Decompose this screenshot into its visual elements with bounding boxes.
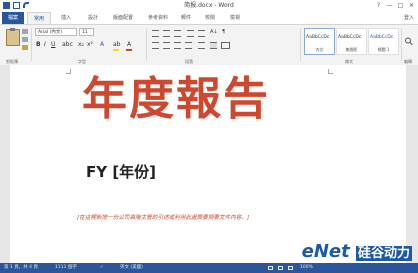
watermark-cn-text: 硅谷动力 (355, 246, 412, 261)
font-color-bar (126, 49, 132, 51)
ribbon: 剪貼簿 Arial (內文) 11 B I U abc x₂ x² A ab A… (0, 24, 418, 66)
italic-button[interactable]: I (44, 41, 46, 49)
font-color-button[interactable]: A (127, 41, 131, 49)
margin-corner-mark (66, 69, 71, 74)
style-name: 標題 1 (377, 47, 390, 52)
maximize-button[interactable]: □ (396, 1, 405, 10)
sign-in-link[interactable]: 登入 (404, 12, 414, 24)
multilevel-list-icon[interactable] (174, 30, 181, 37)
line-spacing-icon[interactable] (198, 42, 205, 49)
fiscal-year-text: FY [年份] (86, 163, 157, 181)
abstract-placeholder[interactable]: [在這裡新增一份公司高階主管的引述或利用此處簡要摘要文件內容。] (77, 208, 327, 228)
document-area: 年度報告 FY [年份] [在這裡新增一份公司高階主管的引述或利用此處簡要摘要文… (0, 65, 418, 263)
group-divider (31, 28, 32, 61)
word-count[interactable]: 1111 個字 (55, 263, 77, 273)
borders-icon[interactable] (221, 42, 230, 49)
tab-view[interactable]: 檢視 (226, 12, 244, 24)
strikethrough-button[interactable]: abc (62, 41, 73, 49)
bold-button[interactable]: B (36, 41, 41, 49)
tab-review[interactable]: 校閱 (201, 12, 219, 24)
decrease-indent-icon[interactable] (187, 30, 194, 37)
style-name: 內文 (315, 47, 324, 52)
help-button[interactable]: ? (374, 1, 383, 10)
sort-icon[interactable]: A↓ (210, 28, 218, 36)
window-controls: ? — □ ✕ (374, 1, 416, 10)
style-name: 無間距 (345, 47, 358, 52)
numbering-icon[interactable] (163, 30, 170, 37)
language-indicator[interactable]: 英文 (美國) (120, 263, 143, 273)
read-mode-icon[interactable] (268, 266, 273, 270)
align-left-icon[interactable] (152, 42, 159, 49)
site-watermark-logo: eNet 硅谷动力 (302, 240, 412, 266)
word-window: 简报.docx - Word ? — □ ✕ 檔案 常用 插入 設計 版面配置 … (0, 0, 418, 273)
copy-icon[interactable] (22, 37, 28, 42)
find-icon[interactable] (404, 30, 414, 46)
group-divider (300, 28, 301, 61)
style-sample-text: AaBbCcDc (306, 35, 330, 40)
ribbon-tabs: 檔案 常用 插入 設計 版面配置 參考資料 郵件 校閱 檢視 登入 (0, 12, 418, 24)
subscript-button[interactable]: x₂ (78, 41, 84, 49)
page-count[interactable]: 第 1 頁，共 4 頁 (4, 263, 38, 273)
text-effects-button[interactable]: A (100, 41, 104, 49)
paste-icon[interactable] (6, 28, 20, 46)
proofing-icon[interactable]: ✓ (100, 263, 104, 273)
paragraph-group-label: 段落 (185, 59, 193, 64)
show-marks-icon[interactable]: ¶ (222, 28, 225, 36)
margin-corner-mark (328, 69, 333, 74)
title-bar: 简报.docx - Word ? — □ ✕ (0, 0, 418, 12)
window-title: 简报.docx - Word (184, 2, 234, 9)
align-right-icon[interactable] (174, 42, 181, 49)
style-sample-text: AaBbCcDc (338, 35, 362, 40)
tab-layout[interactable]: 版面配置 (108, 12, 138, 24)
tab-home[interactable]: 常用 (27, 12, 51, 24)
highlight-button[interactable]: ab (113, 41, 121, 49)
styles-group-label: 樣式 (345, 59, 353, 64)
style-no-spacing[interactable]: AaBbCcDc 無間距 (336, 28, 367, 55)
fiscal-year-line[interactable]: FY [年份] (86, 162, 156, 182)
justify-icon[interactable] (185, 42, 192, 49)
style-sample-text: AaBbCcDc (370, 35, 394, 40)
increase-indent-icon[interactable] (198, 30, 205, 37)
shading-icon[interactable] (210, 42, 217, 49)
close-button[interactable]: ✕ (407, 1, 416, 10)
tab-references[interactable]: 參考資料 (143, 12, 173, 24)
bullets-icon[interactable] (152, 30, 159, 37)
tab-design[interactable]: 設計 (83, 12, 103, 24)
document-page[interactable]: 年度報告 FY [年份] [在這裡新增一份公司高階主管的引述或利用此處簡要摘要文… (10, 65, 406, 263)
font-size-box[interactable]: 11 (79, 28, 94, 36)
format-painter-icon[interactable] (22, 45, 28, 50)
font-name-box[interactable]: Arial (內文) (35, 28, 77, 36)
tab-file[interactable]: 檔案 (2, 12, 24, 24)
align-center-icon[interactable] (163, 42, 170, 49)
watermark-text: eNet (301, 241, 350, 262)
print-layout-icon[interactable] (278, 266, 283, 270)
tab-mailings[interactable]: 郵件 (177, 12, 195, 24)
minimize-button[interactable]: — (385, 1, 394, 10)
cut-icon[interactable] (22, 29, 28, 34)
group-divider (401, 28, 402, 61)
underline-button[interactable]: U (51, 41, 55, 49)
style-normal[interactable]: AaBbCcDc 內文 (304, 28, 335, 55)
clipboard-group-label: 剪貼簿 (6, 59, 18, 64)
font-group-label: 字型 (78, 59, 86, 64)
group-divider (146, 28, 147, 61)
tab-insert[interactable]: 插入 (56, 12, 76, 24)
editing-group-label: 編輯 (404, 59, 412, 64)
highlight-color-bar (113, 49, 119, 51)
style-heading-1[interactable]: AaBbCcDc 標題 1 (368, 28, 399, 55)
superscript-button[interactable]: x² (87, 41, 93, 49)
document-title[interactable]: 年度報告 (82, 71, 270, 127)
web-layout-icon[interactable] (288, 266, 293, 270)
